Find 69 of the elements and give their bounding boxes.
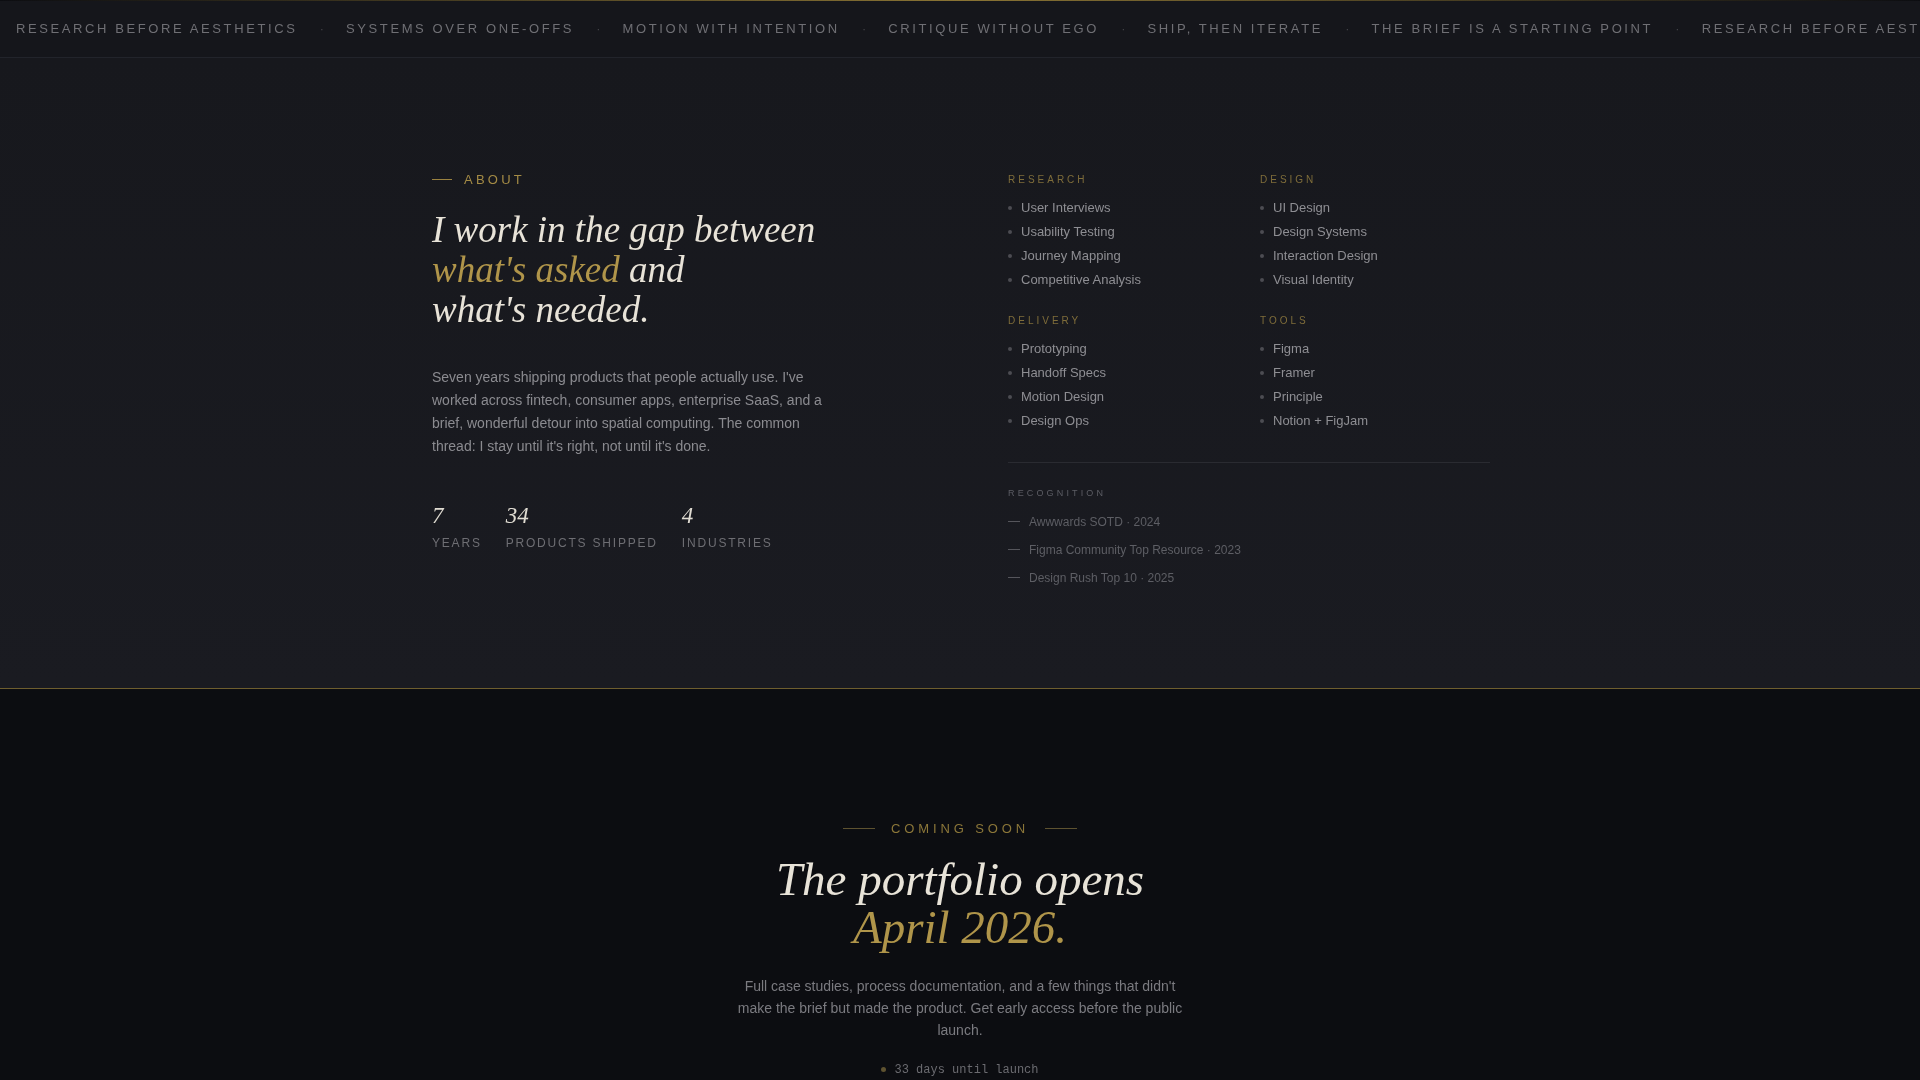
bullet-icon bbox=[1008, 230, 1012, 234]
stat-label: INDUSTRIES bbox=[681, 534, 773, 552]
bullet-icon bbox=[1008, 395, 1012, 399]
stat-label: PRODUCTS SHIPPED bbox=[505, 534, 658, 552]
skill-item: Principle bbox=[1273, 388, 1323, 406]
ticker-phrase: SHIP, THEN ITERATE bbox=[1147, 20, 1323, 39]
stat-label: YEARS bbox=[432, 534, 482, 552]
skill-item: Journey Mapping bbox=[1021, 247, 1121, 265]
dash-icon bbox=[1008, 577, 1020, 578]
bullet-icon bbox=[1260, 347, 1264, 351]
recognition-item: Figma Community Top Resource · 2023 bbox=[1029, 541, 1241, 559]
bullet-icon bbox=[1260, 419, 1264, 423]
skill-item: Usability Testing bbox=[1021, 223, 1115, 241]
skill-group-title: RESEARCH bbox=[1008, 173, 1089, 187]
stat-value: 34 bbox=[505, 501, 530, 530]
ticker-separator: · bbox=[1345, 21, 1350, 37]
stat-value: 7 bbox=[432, 501, 446, 530]
recognition-item: Awwwards SOTD · 2024 bbox=[1029, 513, 1161, 531]
stat-value: 4 bbox=[681, 501, 695, 530]
skill-item: User Interviews bbox=[1021, 199, 1111, 217]
bullet-icon bbox=[1008, 371, 1012, 375]
ticker-separator: · bbox=[1121, 21, 1126, 37]
ticker-phrase: RESEARCH BEFORE AESTHETICS bbox=[16, 20, 298, 39]
skill-group-title: TOOLS bbox=[1260, 314, 1310, 328]
bullet-icon bbox=[1008, 347, 1012, 351]
skill-group-title: DELIVERY bbox=[1008, 314, 1083, 328]
skill-item: Competitive Analysis bbox=[1021, 271, 1141, 289]
ticker-separator: · bbox=[596, 21, 601, 37]
skill-item: Visual Identity bbox=[1273, 271, 1354, 289]
bullet-icon bbox=[1008, 419, 1012, 423]
bullet-icon bbox=[1260, 230, 1264, 234]
recognition-title: RECOGNITION bbox=[1008, 487, 1108, 500]
ticker-separator: · bbox=[319, 21, 324, 37]
bullet-icon bbox=[1260, 395, 1264, 399]
ticker-phrase: SYSTEMS OVER ONE-OFFS bbox=[346, 20, 574, 39]
skill-item: Figma bbox=[1273, 340, 1310, 358]
bullet-icon bbox=[1008, 206, 1012, 210]
ticker-separator: · bbox=[862, 21, 866, 37]
bullet-icon bbox=[1260, 371, 1264, 375]
skill-item: UI Design bbox=[1273, 199, 1331, 217]
coming-soon-headline: The portfolio opens April 2026. bbox=[775, 854, 1145, 951]
skill-item: Design Systems bbox=[1273, 223, 1367, 241]
coming-soon-paragraph: Full case studies, process documentation, and a few things that didn't make the brief but made the product. Get early access before the public launch. bbox=[736, 976, 1184, 1040]
bullet-icon bbox=[1260, 254, 1264, 258]
bullet-icon bbox=[1008, 278, 1012, 282]
ticker-phrase: MOTION WITH INTENTION bbox=[622, 20, 840, 39]
skill-item: Interaction Design bbox=[1273, 247, 1378, 265]
ticker-phrase: THE BRIEF IS A STARTING POINT bbox=[1371, 20, 1654, 39]
skill-item: Motion Design bbox=[1021, 388, 1105, 406]
dash-icon bbox=[1008, 521, 1020, 522]
recognition-item: Design Rush Top 10 · 2025 bbox=[1029, 569, 1175, 587]
section-eyebrow: ABOUT bbox=[464, 171, 526, 189]
ticker-separator: · bbox=[1675, 21, 1680, 37]
ticker-phrase: CRITIQUE WITHOUT EGO bbox=[888, 20, 1099, 39]
bullet-icon bbox=[1260, 278, 1264, 282]
about-paragraph: Seven years shipping products that people actually use. I've worked across fintech, consumer apps, enterprise SaaS, and a brief, wonderful detour into spatial computing. The common thread: I stay until it's right, not until it's done. bbox=[432, 367, 822, 456]
skill-item: Handoff Specs bbox=[1021, 364, 1107, 382]
countdown-text: 33 days until launch bbox=[894, 1061, 1039, 1079]
section-eyebrow: COMING SOON bbox=[890, 820, 1030, 838]
ticker-phrase: RESEARCH BEFORE AEST bbox=[1701, 20, 1920, 39]
about-headline: I work in the gap between what's asked and what's needed. bbox=[432, 209, 817, 330]
bullet-icon bbox=[1008, 254, 1012, 258]
bullet-icon bbox=[1260, 206, 1264, 210]
skill-group-title: DESIGN bbox=[1260, 173, 1318, 187]
skill-item: Framer bbox=[1273, 364, 1315, 382]
dash-icon bbox=[1008, 549, 1020, 550]
skill-item: Design Ops bbox=[1021, 412, 1089, 430]
skill-item: Prototyping bbox=[1021, 340, 1087, 358]
skill-item: Notion + FigJam bbox=[1273, 412, 1368, 430]
